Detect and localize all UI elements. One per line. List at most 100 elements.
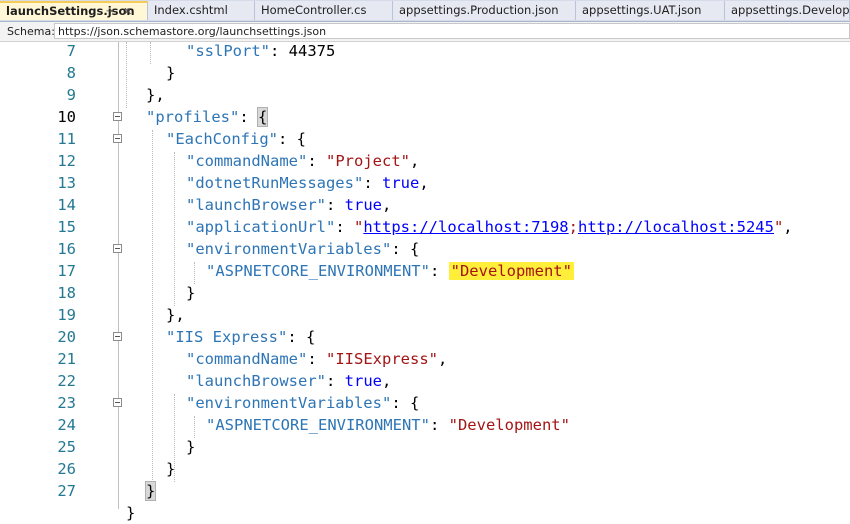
code-editor[interactable]: 7 8 9 10 11 12 13 14 15 16 17 18 19 20 2… [0, 42, 850, 522]
line-number-current: 10 [57, 108, 76, 126]
line-number: 13 [57, 174, 76, 192]
tab-label: launchSettings.json [6, 4, 135, 18]
pin-icon[interactable]: ⊸ [106, 6, 114, 17]
code-line-27: } [144, 480, 157, 502]
line-number: 25 [57, 438, 76, 456]
line-number: 18 [57, 284, 76, 302]
line-number: 12 [57, 152, 76, 170]
indent-guide [150, 42, 151, 64]
json-key: "profiles" [146, 108, 240, 126]
json-string: "Development" [448, 416, 570, 434]
tab-label: appsettings.Production.json [399, 3, 559, 17]
code-line-10: "profiles": { [146, 107, 269, 127]
code-line-11: "EachConfig": { [166, 130, 306, 148]
code-line-13: "dotnetRunMessages": true, [186, 174, 429, 192]
line-number: 17 [57, 262, 76, 280]
tab-homecontroller-cs[interactable]: HomeController.cs [255, 1, 393, 20]
json-key: "dotnetRunMessages" [186, 174, 364, 192]
json-key: "environmentVariables" [186, 394, 392, 412]
line-number: 24 [57, 416, 76, 434]
code-line-25: } [186, 438, 196, 456]
code-line-8: } [166, 64, 176, 82]
json-key: "commandName" [186, 350, 308, 368]
highlighted-json-string: "Development" [448, 262, 574, 280]
tab-launchsettings-json[interactable]: launchSettings.json ⊸ ✕ [0, 1, 148, 20]
json-key: "applicationUrl" [186, 218, 336, 236]
json-boolean: true [381, 174, 420, 192]
tab-label: appsettings.Development.json [731, 3, 850, 17]
json-key: "launchBrowser" [186, 196, 326, 214]
code-line-26: } [166, 460, 176, 478]
schema-bar: Schema: https://json.schemastore.org/lau… [0, 22, 850, 42]
line-number: 11 [57, 130, 76, 148]
indent-guide [194, 262, 195, 284]
json-key: "commandName" [186, 152, 308, 170]
schema-url-field[interactable]: https://json.schemastore.org/launchsetti… [54, 23, 850, 39]
collapse-icon[interactable] [113, 244, 122, 253]
indent-guide [174, 152, 175, 306]
line-number: 8 [66, 64, 76, 82]
url-link[interactable]: https://localhost:7198 [363, 218, 568, 236]
close-icon[interactable]: ✕ [123, 5, 132, 18]
line-number: 21 [57, 350, 76, 368]
tab-index-cshtml[interactable]: Index.cshtml [148, 1, 255, 20]
code-line-28: } [126, 504, 136, 522]
code-line-18: } [186, 284, 196, 302]
line-number: 7 [66, 42, 76, 60]
line-number: 9 [66, 86, 76, 104]
json-key: "IIS Express" [166, 328, 288, 346]
tab-appsettings-production-json[interactable]: appsettings.Production.json [393, 1, 576, 20]
json-boolean: true [344, 196, 382, 214]
code-line-9: }, [146, 86, 165, 104]
json-key: "EachConfig" [166, 130, 278, 148]
json-key: "sslPort" [186, 42, 270, 60]
brace-match: } [144, 481, 157, 501]
line-number: 16 [57, 240, 76, 258]
line-number: 27 [57, 482, 76, 500]
code-line-22: "launchBrowser": true, [186, 372, 392, 390]
tab-label: HomeController.cs [261, 3, 367, 17]
code-line-12: "commandName": "Project", [186, 152, 420, 170]
line-number: 26 [57, 460, 76, 478]
code-line-16: "environmentVariables": { [186, 240, 420, 258]
json-key: "environmentVariables" [186, 240, 392, 258]
json-key: "ASPNETCORE_ENVIRONMENT" [206, 262, 430, 280]
collapse-icon[interactable] [113, 398, 122, 407]
json-boolean: true [344, 372, 382, 390]
json-string: "Project" [326, 152, 410, 170]
json-key: "ASPNETCORE_ENVIRONMENT" [206, 416, 430, 434]
line-number: 19 [57, 306, 76, 324]
code-line-17: "ASPNETCORE_ENVIRONMENT": "Development" [206, 262, 574, 280]
url-link[interactable]: http://localhost:5245 [578, 218, 774, 236]
line-number: 22 [57, 372, 76, 390]
json-string: "IISExpress" [326, 350, 438, 368]
line-number: 15 [57, 218, 76, 236]
code-line-21: "commandName": "IISExpress", [186, 350, 448, 368]
document-tab-strip: launchSettings.json ⊸ ✕ Index.cshtml Hom… [0, 0, 850, 22]
collapse-icon[interactable] [113, 112, 122, 121]
line-number: 23 [57, 394, 76, 412]
line-number-gutter: 7 8 9 10 11 12 13 14 15 16 17 18 19 20 2… [0, 42, 78, 509]
collapse-icon[interactable] [113, 134, 122, 143]
indent-guide [194, 416, 195, 438]
line-number: 14 [57, 196, 76, 214]
code-line-7: "sslPort": 44375 [186, 42, 336, 60]
indent-guide [152, 130, 153, 484]
code-line-24: "ASPNETCORE_ENVIRONMENT": "Development" [206, 416, 570, 434]
brace-match: { [256, 107, 269, 127]
tab-label: Index.cshtml [154, 3, 228, 17]
schema-label: Schema: [7, 25, 55, 38]
tab-appsettings-development-json[interactable]: appsettings.Development.json [725, 1, 850, 20]
code-line-23: "environmentVariables": { [186, 394, 420, 412]
schema-url-value: https://json.schemastore.org/launchsetti… [58, 25, 327, 38]
tab-appsettings-uat-json[interactable]: appsettings.UAT.json [576, 1, 725, 20]
code-line-19: }, [166, 306, 185, 324]
code-line-15: "applicationUrl": "https://localhost:719… [186, 218, 793, 236]
tab-label: appsettings.UAT.json [582, 3, 702, 17]
json-key: "launchBrowser" [186, 372, 326, 390]
line-number: 20 [57, 328, 76, 346]
indent-guide [126, 42, 127, 108]
collapse-icon[interactable] [113, 332, 122, 341]
json-number: 44375 [288, 42, 336, 60]
code-line-14: "launchBrowser": true, [186, 196, 392, 214]
